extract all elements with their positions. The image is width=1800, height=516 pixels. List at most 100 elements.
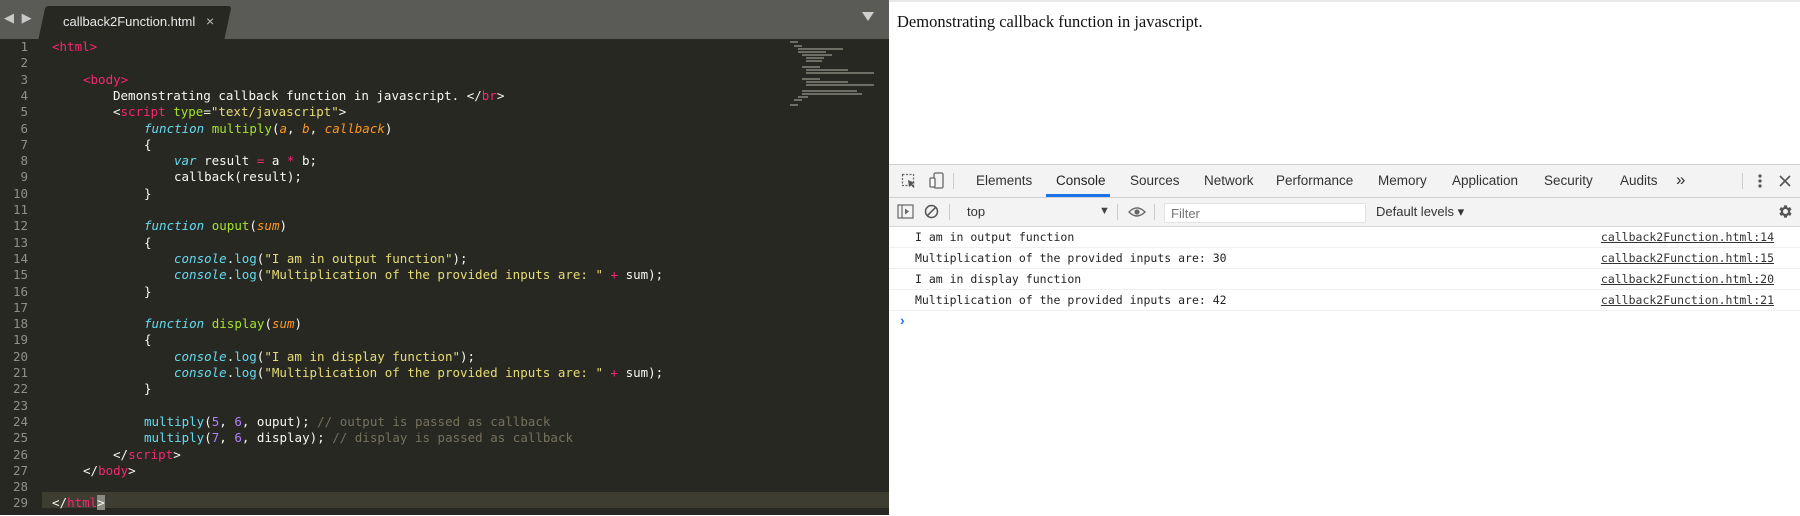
sidebar-toggle-icon[interactable] xyxy=(897,204,914,219)
separator xyxy=(1742,173,1743,189)
line-number: 22 xyxy=(12,381,28,397)
console-message: I am in display function xyxy=(915,272,1082,286)
gear-icon[interactable] xyxy=(1777,203,1794,220)
code-line: <html> xyxy=(52,39,98,54)
code-line: console.log("Multiplication of the provi… xyxy=(174,267,664,283)
code-line: function ouput(sum) xyxy=(144,218,288,234)
code-line: { xyxy=(144,332,152,348)
code-line: { xyxy=(144,136,152,152)
tab-security[interactable]: Security xyxy=(1544,173,1593,188)
close-icon[interactable] xyxy=(1779,175,1791,187)
tab-performance[interactable]: Performance xyxy=(1276,173,1353,188)
tab-sources[interactable]: Sources xyxy=(1130,173,1180,188)
line-number-gutter: 1 2 3 4 5 6 7 8 9 10 11 12 13 14 15 16 17 18 19 20 21 22 23 24 2… xyxy=(0,39,42,515)
code-line: multiply(7, 6, display); // display is p… xyxy=(144,430,574,446)
separator xyxy=(949,204,950,220)
devtools-panel: Elements Console Sources Network Perform… xyxy=(889,164,1800,516)
code-line: console.log("I am in output function"); xyxy=(174,250,468,266)
line-number: 4 xyxy=(20,87,28,103)
line-number: 5 xyxy=(20,104,28,120)
filter-input[interactable] xyxy=(1165,204,1367,222)
code-line: { xyxy=(144,234,152,250)
console-row: Multiplication of the provided inputs ar… xyxy=(889,248,1800,269)
code-line: } xyxy=(144,185,152,201)
tab-network[interactable]: Network xyxy=(1204,173,1254,188)
console-prompt[interactable]: › xyxy=(900,312,905,328)
chevron-down-icon: ▼ xyxy=(1099,205,1110,217)
source-link[interactable]: callback2Function.html:20 xyxy=(1601,272,1774,286)
code-line: var result = a * b; xyxy=(174,153,318,169)
more-tabs-icon[interactable]: » xyxy=(1676,170,1685,190)
eye-icon[interactable] xyxy=(1128,206,1146,218)
chevron-down-icon[interactable] xyxy=(862,12,874,21)
browser-page: Demonstrating callback function in javas… xyxy=(889,0,1800,166)
tab-memory[interactable]: Memory xyxy=(1378,173,1427,188)
code-line: </html> xyxy=(52,495,105,511)
line-number: 16 xyxy=(12,283,28,299)
log-levels-dropdown[interactable]: Default levels ▾ xyxy=(1376,204,1464,220)
console-output: I am in output function callback2Functio… xyxy=(889,227,1800,328)
tab-audits[interactable]: Audits xyxy=(1620,173,1658,188)
kebab-menu-icon[interactable] xyxy=(1757,173,1763,189)
minimap[interactable] xyxy=(790,39,875,109)
separator xyxy=(1154,204,1155,220)
code-line: } xyxy=(144,283,152,299)
line-number: 10 xyxy=(12,185,28,201)
separator xyxy=(953,173,954,189)
active-tab-indicator xyxy=(1046,194,1110,197)
source-link[interactable]: callback2Function.html:15 xyxy=(1601,251,1774,265)
line-number: 24 xyxy=(12,413,28,429)
console-row: Multiplication of the provided inputs ar… xyxy=(889,290,1800,311)
line-number: 2 xyxy=(20,55,28,71)
code-line: function display(sum) xyxy=(144,316,303,332)
code-line: console.log("I am in display function"); xyxy=(174,348,476,364)
line-number: 6 xyxy=(20,120,28,136)
source-link[interactable]: callback2Function.html:14 xyxy=(1601,230,1774,244)
editor-tab-title: callback2Function.html xyxy=(63,14,196,29)
tab-application[interactable]: Application xyxy=(1452,173,1518,188)
line-number: 1 xyxy=(20,39,28,54)
line-number: 15 xyxy=(12,267,28,283)
nav-arrows-icon[interactable]: ◀ ▶ xyxy=(4,10,34,26)
code-line: multiply(5, 6, ouput); // output is pass… xyxy=(144,413,551,429)
line-number: 17 xyxy=(12,299,28,315)
line-number: 23 xyxy=(12,397,28,413)
code-line: </script> xyxy=(113,446,181,462)
code-line: } xyxy=(144,381,152,397)
console-message: Multiplication of the provided inputs ar… xyxy=(915,251,1227,265)
device-toolbar-icon[interactable] xyxy=(929,172,945,189)
filter-box xyxy=(1164,203,1367,223)
source-link[interactable]: callback2Function.html:21 xyxy=(1601,293,1774,307)
line-number: 28 xyxy=(12,479,28,495)
editor-tab[interactable]: callback2Function.html × xyxy=(48,6,224,39)
editor-tab-bar: ◀ ▶ callback2Function.html × xyxy=(0,0,889,39)
code-line: <script type="text/javascript"> xyxy=(113,104,347,120)
line-number: 27 xyxy=(12,462,28,478)
line-number: 13 xyxy=(12,234,28,250)
tab-elements[interactable]: Elements xyxy=(976,173,1032,188)
line-number: 7 xyxy=(20,136,28,152)
line-number: 20 xyxy=(12,348,28,364)
clear-console-icon[interactable] xyxy=(924,204,939,219)
code-line: <body> xyxy=(83,71,129,87)
console-toolbar: top ▼ Default levels ▾ xyxy=(889,198,1800,227)
line-number: 29 xyxy=(12,495,28,511)
context-selector[interactable]: top xyxy=(967,204,1107,220)
console-message: I am in output function xyxy=(915,230,1075,244)
line-number: 9 xyxy=(20,169,28,185)
page-text: Demonstrating callback function in javas… xyxy=(897,12,1203,31)
tab-console[interactable]: Console xyxy=(1056,173,1106,188)
code-line: Demonstrating callback function in javas… xyxy=(113,87,505,103)
code-editor[interactable]: ◀ ▶ callback2Function.html × 1 2 3 4 5 6 7 8 9 10… xyxy=(0,0,889,515)
line-number: 19 xyxy=(12,332,28,348)
console-row: I am in display function callback2Functi… xyxy=(889,269,1800,290)
line-number: 11 xyxy=(12,202,28,217)
code-line: function multiply(a, b, callback) xyxy=(144,120,393,136)
line-number: 12 xyxy=(12,218,28,234)
code-line: console.log("Multiplication of the provi… xyxy=(174,365,664,380)
console-message: Multiplication of the provided inputs ar… xyxy=(915,293,1227,307)
close-icon[interactable]: × xyxy=(206,13,214,29)
line-number: 3 xyxy=(20,71,28,87)
inspect-element-icon[interactable] xyxy=(901,173,917,189)
code-line: </body> xyxy=(83,462,136,478)
